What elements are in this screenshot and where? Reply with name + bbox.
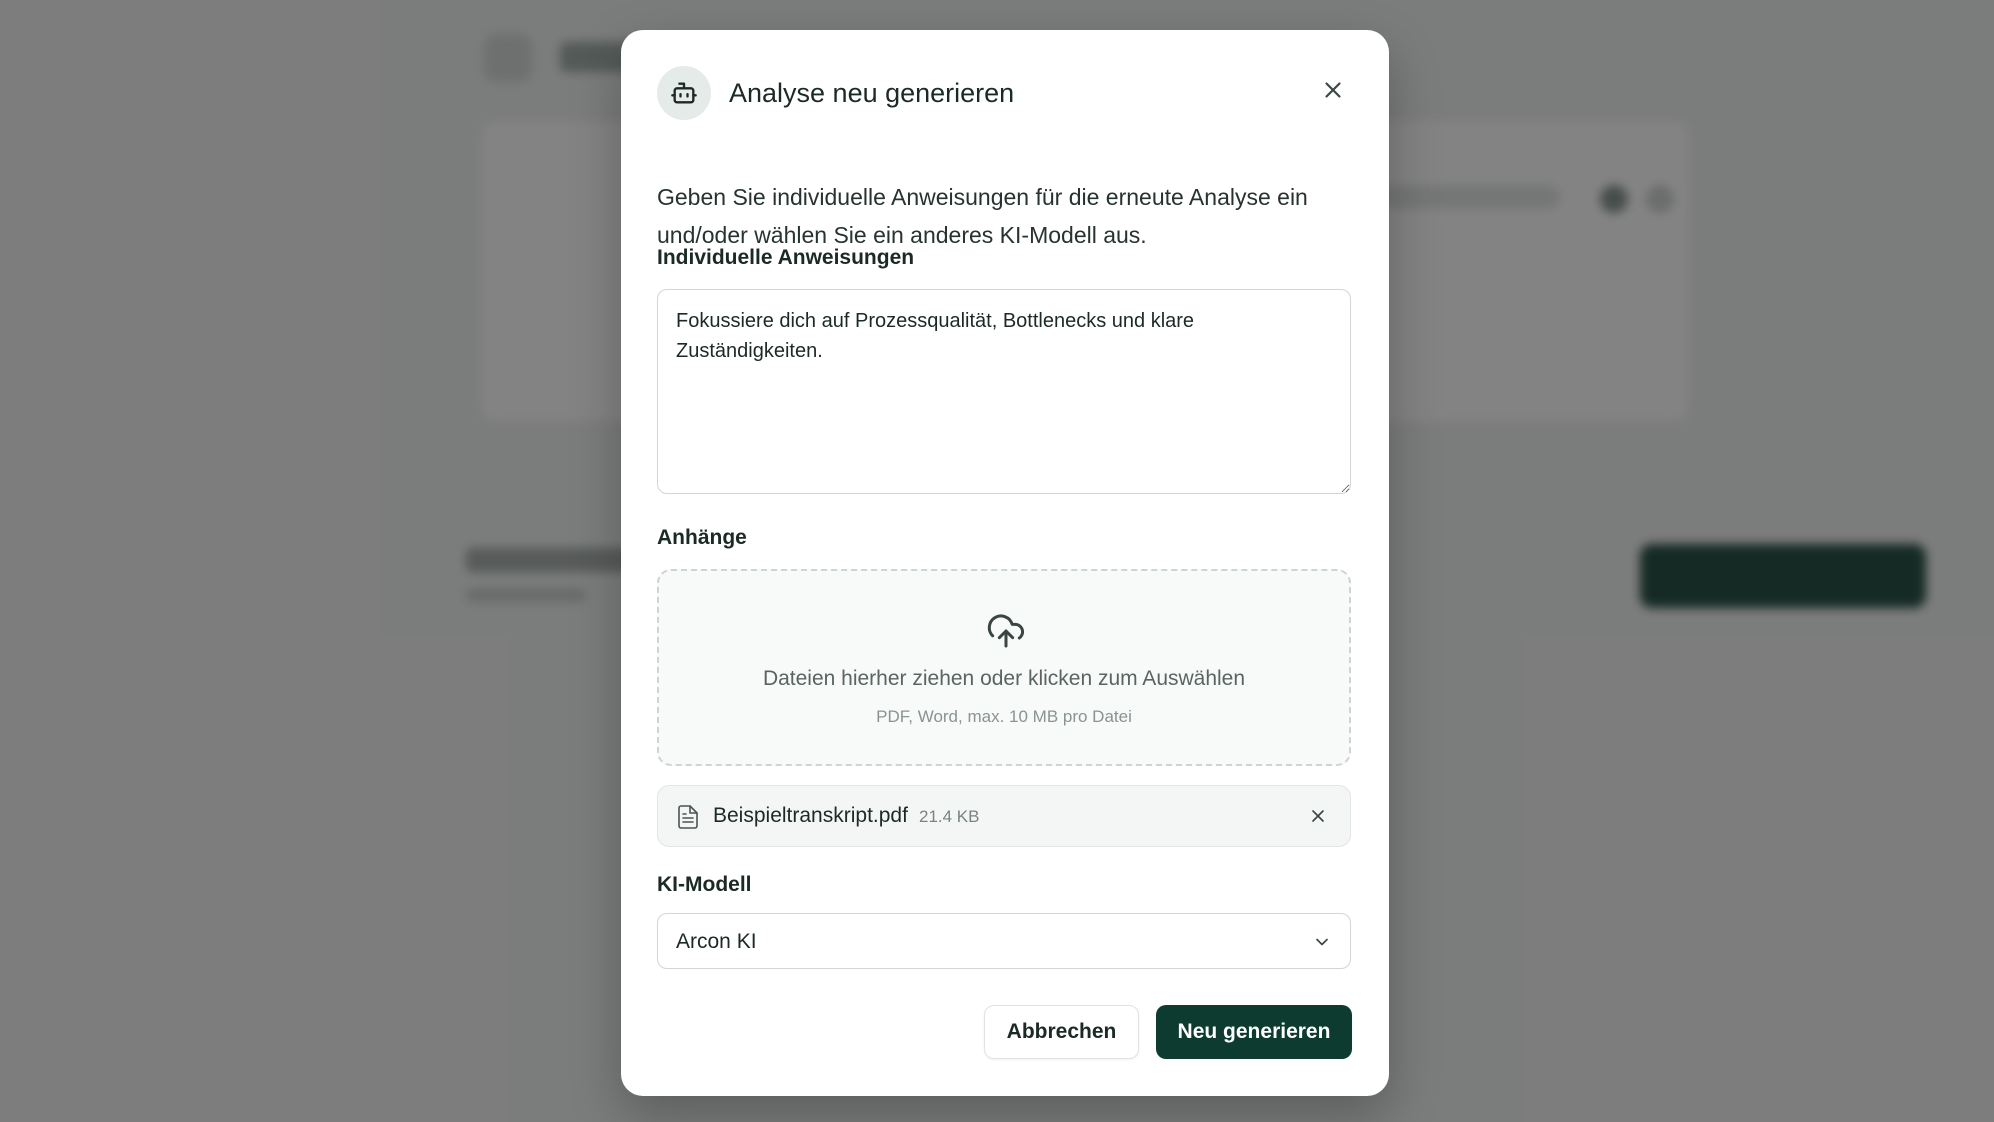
dropzone-hint: PDF, Word, max. 10 MB pro Datei [876,707,1132,726]
close-button[interactable] [1315,72,1351,108]
file-dropzone[interactable]: Dateien hierher ziehen oder klicken zum … [657,569,1351,766]
instructions-textarea[interactable]: Fokussiere dich auf Prozessqualität, Bot… [657,289,1351,494]
robot-icon [671,82,697,104]
attachments-label: Anhänge [657,526,747,549]
dropzone-text: Dateien hierher ziehen oder klicken zum … [762,667,1246,690]
cancel-button[interactable]: Abbrechen [984,1005,1139,1059]
regenerate-button[interactable]: Neu generieren [1156,1005,1352,1059]
attached-file: Beispieltranskript.pdf 21.4 KB [657,785,1351,847]
model-label: KI-Modell [657,873,752,896]
close-icon [1325,82,1341,98]
model-selected-value: Arcon KI [676,930,757,953]
dialog-title: Analyse neu generieren [729,78,1015,108]
regenerate-analysis-dialog: Analyse neu generieren Geben Sie individ… [621,30,1389,1096]
file-name: Beispieltranskript.pdf [713,804,908,827]
file-size: 21.4 KB [919,807,980,826]
cloud-upload-icon [987,614,1025,648]
instructions-label: Individuelle Anweisungen [657,246,915,269]
close-icon [1312,810,1324,822]
model-select[interactable]: Arcon KI [657,913,1351,969]
robot-icon-badge [657,66,711,120]
dialog-header: Analyse neu generieren [657,66,1353,120]
remove-file-button[interactable] [1302,800,1334,832]
dialog-description: Geben Sie individuelle Anweisungen für d… [657,184,1308,248]
chevron-down-icon [1316,938,1328,946]
file-icon [678,805,698,829]
